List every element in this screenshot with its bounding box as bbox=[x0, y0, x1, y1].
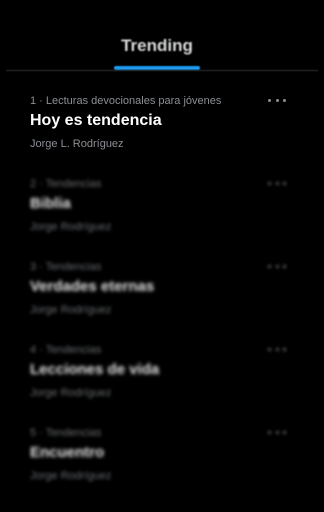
more-dot bbox=[275, 347, 279, 351]
trend-meta: 1 · Lecturas devocionales para jóvenes bbox=[30, 95, 222, 107]
trend-item[interactable]: 3 · Tendencias Verdades eternas Jorge Ro… bbox=[0, 254, 324, 337]
trend-author: Jorge Rodríguez bbox=[30, 304, 112, 316]
more-dot bbox=[283, 347, 286, 351]
trend-item[interactable]: 1 · Lecturas devocionales para jóvenes H… bbox=[0, 88, 324, 171]
more-dot bbox=[268, 264, 271, 268]
more-dot bbox=[275, 430, 279, 434]
trend-author: Jorge L. Rodríguez bbox=[30, 138, 124, 150]
more-dot bbox=[283, 181, 286, 185]
trend-item[interactable]: 5 · Tendencias Encuentro Jorge Rodríguez bbox=[0, 420, 324, 503]
trend-author: Jorge Rodríguez bbox=[30, 387, 112, 399]
trend-item[interactable]: 2 · Tendencias Biblia Jorge Rodríguez bbox=[0, 171, 324, 254]
trend-meta: 4 · Tendencias bbox=[30, 344, 102, 356]
trend-title: Lecciones de vida bbox=[30, 361, 160, 378]
trend-title: Verdades eternas bbox=[30, 278, 155, 295]
trend-meta: 2 · Tendencias bbox=[30, 178, 102, 190]
trend-author: Jorge Rodríguez bbox=[30, 470, 112, 482]
more-dot bbox=[275, 98, 279, 102]
more-horizontal-icon[interactable] bbox=[268, 260, 286, 272]
trend-item[interactable]: 4 · Tendencias Lecciones de vida Jorge R… bbox=[0, 337, 324, 420]
tab-trending-label: Trending bbox=[121, 36, 193, 55]
trend-list: 1 · Lecturas devocionales para jóvenes H… bbox=[0, 88, 324, 503]
tab-bar: Trending bbox=[0, 0, 324, 72]
more-dot bbox=[275, 264, 279, 268]
more-horizontal-icon[interactable] bbox=[268, 343, 286, 355]
more-dot bbox=[283, 264, 286, 268]
more-horizontal-icon[interactable] bbox=[268, 426, 286, 438]
more-horizontal-icon[interactable] bbox=[268, 177, 286, 189]
more-dot bbox=[283, 430, 286, 434]
more-dot bbox=[268, 98, 271, 102]
more-dot bbox=[268, 430, 271, 434]
trend-title: Biblia bbox=[30, 195, 71, 212]
tab-divider bbox=[6, 70, 318, 71]
more-dot bbox=[268, 181, 271, 185]
more-dot bbox=[268, 347, 271, 351]
more-dot bbox=[283, 98, 286, 102]
trend-author: Jorge Rodríguez bbox=[30, 221, 112, 233]
tab-trending[interactable]: Trending bbox=[114, 36, 200, 72]
trend-meta: 5 · Tendencias bbox=[30, 427, 102, 439]
trend-title: Hoy es tendencia bbox=[30, 112, 162, 129]
trending-screen: Trending 1 · Lecturas devocionales para … bbox=[0, 0, 324, 512]
more-horizontal-icon[interactable] bbox=[268, 94, 286, 106]
more-dot bbox=[275, 181, 279, 185]
trend-title: Encuentro bbox=[30, 444, 105, 461]
trend-meta: 3 · Tendencias bbox=[30, 261, 102, 273]
